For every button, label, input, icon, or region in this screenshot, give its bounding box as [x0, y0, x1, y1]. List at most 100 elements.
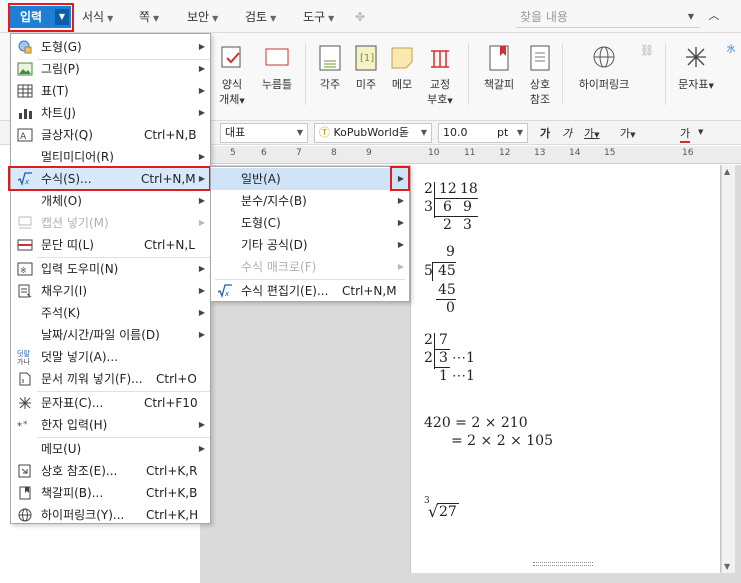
- submenu-item-general[interactable]: 일반(A) ▶: [211, 168, 409, 190]
- submenu-arrow-icon: ▶: [198, 218, 205, 227]
- menu-item-date-time[interactable]: 날짜/시간/파일 이름(D) ▶: [11, 324, 210, 346]
- font-select[interactable]: Ⓣ KoPubWorld돋 ▼: [314, 123, 432, 143]
- ruler-number: 6: [261, 148, 267, 158]
- menu-item-hanja[interactable]: * * 한자 입력(H) ▶: [11, 414, 210, 436]
- equation-submenu: 일반(A) ▶ 분수/지수(B) ▶ 도형(C) ▶ 기타 공식(D) ▶ 수식 매크로…: [210, 166, 410, 302]
- font-color-button[interactable]: 가: [680, 125, 691, 143]
- submenu-item-equation-editor[interactable]: x 수식 편집기(E)... Ctrl+N,M: [211, 280, 409, 302]
- math-text: = 2 × 2 × 105: [451, 433, 553, 449]
- collapse-ribbon-icon[interactable]: ︿: [706, 8, 722, 24]
- chevron-down-icon[interactable]: ▼: [688, 6, 694, 28]
- divider: [468, 43, 469, 105]
- footnote-button[interactable]: 각주: [313, 43, 347, 92]
- menu-item-symbol[interactable]: 문자표(C)... Ctrl+F10: [11, 392, 210, 414]
- ribbon-label: 책갈피: [483, 78, 515, 91]
- ribbon-label: 개체: [219, 93, 240, 106]
- menu-item-label: 책갈피(B)...: [41, 486, 104, 500]
- math-text: 9: [446, 244, 455, 260]
- size-input[interactable]: 10.0 pt ▼: [438, 123, 528, 143]
- submenu-arrow-icon: ▶: [397, 196, 404, 205]
- math-text: 18: [460, 181, 478, 197]
- menu-item-label: 상호 참조(E)...: [41, 464, 118, 478]
- ruler-number: 14: [569, 148, 581, 158]
- scroll-down-icon[interactable]: ▼: [724, 562, 730, 571]
- search-input[interactable]: 찾을 내용 ▼: [516, 6, 700, 28]
- menu-item-paragraph-band[interactable]: 문단 띠(L) Ctrl+N,L: [11, 234, 210, 256]
- underline-button[interactable]: 가▼: [584, 125, 600, 141]
- endnote-button[interactable]: [1] 미주: [350, 43, 382, 92]
- menu-item-label: 문단 띠(L): [41, 238, 94, 252]
- ruler-number: 7: [296, 148, 302, 158]
- submenu-item-other-formula[interactable]: 기타 공식(D) ▶: [211, 234, 409, 256]
- menu-item-input-helper[interactable]: ※ 입력 도우미(N) ▶: [11, 258, 210, 280]
- math-division-bar: [432, 263, 433, 281]
- submenu-item-fraction[interactable]: 분수/지수(B) ▶: [211, 190, 409, 212]
- ruler-number: 10: [428, 148, 440, 158]
- bold-button[interactable]: 가: [540, 125, 550, 141]
- symbol-button[interactable]: 문자표▼: [676, 43, 716, 94]
- vertical-scrollbar[interactable]: ▲ ▼: [721, 165, 735, 573]
- more-icon[interactable]: 水: [724, 43, 738, 58]
- chevron-down-icon: ▼: [296, 128, 303, 137]
- form-object-button[interactable]: 양식 개체▼: [217, 43, 247, 109]
- style-select[interactable]: 대표 ▼: [220, 123, 308, 143]
- bookmark-button[interactable]: 책갈피: [478, 43, 520, 92]
- menu-item-label: 도형(C): [241, 216, 281, 230]
- strike-button[interactable]: 가▼: [620, 125, 636, 141]
- chevron-down-icon[interactable]: ▼: [698, 128, 703, 136]
- menu-item-bookmark[interactable]: 책갈피(B)... Ctrl+K,B: [11, 482, 210, 504]
- menu-item-multimedia[interactable]: 멀티미디어(R) ▶: [11, 146, 210, 168]
- svg-text:※: ※: [20, 266, 27, 275]
- math-text: 7: [439, 332, 448, 348]
- menu-item-ruby[interactable]: 덧말 가나 덧말 넣기(A)...: [11, 346, 210, 368]
- menu-tools[interactable]: 도구 ▼: [303, 8, 334, 26]
- menu-shortcut: Ctrl+F10: [144, 396, 198, 410]
- menu-label: 보안: [187, 10, 210, 24]
- divider: [665, 43, 666, 105]
- menu-item-annotation[interactable]: 주석(K) ▶: [11, 302, 210, 324]
- proofreading-button[interactable]: 교정 부호▼: [424, 43, 456, 109]
- scroll-up-icon[interactable]: ▲: [724, 167, 730, 176]
- ribbon-label: 누름틀: [261, 78, 293, 91]
- submenu-item-shape[interactable]: 도형(C) ▶: [211, 212, 409, 234]
- menu-item-hyperlink[interactable]: 하이퍼링크(Y)... Ctrl+K,H: [11, 504, 210, 526]
- menu-item-shape[interactable]: 도형(G) ▶: [11, 36, 210, 58]
- italic-button[interactable]: 가: [562, 125, 572, 141]
- menu-page[interactable]: 쪽 ▼: [139, 8, 159, 26]
- menu-security[interactable]: 보안 ▼: [187, 8, 218, 26]
- menu-item-fill[interactable]: 채우기(I) ▶: [11, 280, 210, 302]
- math-text: 2: [424, 332, 433, 348]
- field-button[interactable]: 누름틀: [257, 43, 297, 92]
- menu-item-chart[interactable]: 차트(J) ▶: [11, 102, 210, 124]
- submenu-arrow-icon: ▶: [198, 286, 205, 295]
- menu-item-textbox[interactable]: A 글상자(Q) Ctrl+N,B: [11, 124, 210, 146]
- menu-item-insert-document[interactable]: 문서 끼워 넣기(F)... Ctrl+O: [11, 368, 210, 390]
- ribbon-label: 하이퍼링크: [578, 78, 630, 91]
- submenu-arrow-icon: ▶: [198, 64, 205, 73]
- menu-item-memo[interactable]: 메모(U) ▶: [11, 438, 210, 460]
- menu-item-object[interactable]: 개체(O) ▶: [11, 190, 210, 212]
- menu-item-cross-reference[interactable]: 상호 참조(E)... Ctrl+K,R: [11, 460, 210, 482]
- menu-format[interactable]: 서식 ▼: [82, 8, 113, 26]
- submenu-arrow-icon: ▶: [198, 444, 205, 453]
- menu-item-label: 캡션 넣기(M): [41, 216, 109, 230]
- menu-shortcut: Ctrl+N,M: [342, 284, 397, 298]
- memo-icon: [391, 47, 413, 69]
- footnote-icon: [319, 45, 341, 71]
- caption-icon: [18, 216, 32, 229]
- menu-item-table[interactable]: 표(T) ▶: [11, 80, 210, 102]
- page-resize-grip[interactable]: [533, 562, 593, 566]
- hyperlink-button[interactable]: 하이퍼링크: [572, 43, 636, 92]
- menu-item-label: 그림(P): [41, 62, 80, 76]
- menu-shortcut: Ctrl+K,H: [146, 508, 199, 522]
- menu-item-label: 글상자(Q): [41, 128, 93, 142]
- cross-reference-button[interactable]: 상호 참조: [524, 43, 556, 107]
- field-icon: [265, 48, 289, 66]
- highlight-box-equation: [8, 166, 211, 191]
- svg-text:[1]: [1]: [360, 53, 374, 64]
- chevron-down-icon: ▼: [516, 128, 523, 137]
- menu-review[interactable]: 검토 ▼: [245, 8, 276, 26]
- math-text: ⋯1: [452, 350, 475, 366]
- memo-button[interactable]: 메모: [385, 43, 419, 92]
- menu-item-picture[interactable]: 그림(P) ▶: [11, 58, 210, 80]
